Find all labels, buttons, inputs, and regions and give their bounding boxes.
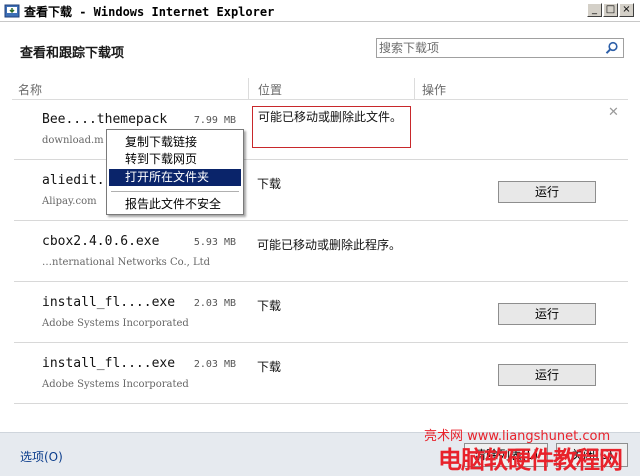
column-header: 名称 位置 操作 [12, 78, 628, 100]
search-icon[interactable] [605, 41, 619, 55]
status-message: 可能已移动或删除此程序。 [257, 238, 402, 252]
file-name: aliedit. [42, 173, 105, 188]
column-divider [414, 78, 415, 99]
run-button[interactable]: 运行 [498, 303, 596, 325]
file-size: 2.03 MB [193, 298, 236, 309]
minimize-button[interactable]: _ [587, 3, 602, 17]
menu-item-copy-link[interactable]: 复制下载链接 [109, 134, 241, 151]
header: 查看和跟踪下载项 [0, 22, 640, 74]
watermark-title: 电脑软硬件教程网 [438, 446, 623, 474]
file-name: Bee....themepack [42, 112, 168, 127]
run-button[interactable]: 运行 [498, 364, 596, 386]
file-size: 5.93 MB [193, 237, 236, 248]
download-row[interactable]: install_fl....exe 2.03 MB Adobe Systems … [14, 285, 628, 343]
column-location-header[interactable]: 位置 [258, 81, 282, 98]
file-source: download.m [42, 135, 104, 146]
file-size: 7.99 MB [193, 115, 236, 126]
file-source: Alipay.com [42, 196, 97, 207]
maximize-button[interactable]: □ [603, 3, 618, 17]
menu-item-go-to-page[interactable]: 转到下载网页 [109, 151, 241, 168]
close-icon[interactable]: ✕ [608, 105, 619, 120]
column-name-header[interactable]: 名称 [18, 81, 42, 98]
status-message: 下载 [257, 177, 282, 191]
menu-item-open-folder[interactable]: 打开所在文件夹 [109, 169, 241, 186]
status-message: 下载 [257, 299, 282, 313]
download-row[interactable]: cbox2.4.0.6.exe 5.93 MB …nternational Ne… [14, 224, 628, 282]
file-name: install_fl....exe [42, 295, 176, 310]
context-menu: 复制下载链接 转到下载网页 打开所在文件夹 报告此文件不安全 [106, 129, 244, 215]
file-size: 2.03 MB [193, 359, 236, 370]
download-manager-icon [4, 4, 20, 18]
menu-item-report-unsafe[interactable]: 报告此文件不安全 [109, 196, 241, 213]
run-button[interactable]: 运行 [498, 181, 596, 203]
window-close-button[interactable]: × [619, 3, 634, 17]
menu-separator [111, 191, 239, 192]
status-message: 下载 [257, 360, 282, 374]
title-bar: 查看下载 - Windows Internet Explorer _ □ × [0, 0, 640, 22]
search-input[interactable] [379, 40, 601, 56]
file-source: …nternational Networks Co., Ltd [42, 257, 211, 268]
status-message: 可能已移动或删除此文件。 [252, 106, 411, 148]
file-source: Adobe Systems Incorporated [42, 318, 189, 329]
file-source: Adobe Systems Incorporated [42, 379, 189, 390]
column-divider [248, 78, 249, 99]
page-title: 查看和跟踪下载项 [20, 46, 125, 61]
file-name: cbox2.4.0.6.exe [42, 234, 160, 249]
window-title: 查看下载 - Windows Internet Explorer [24, 5, 275, 19]
search-box[interactable] [376, 38, 624, 58]
file-name: install_fl....exe [42, 356, 176, 371]
download-row[interactable]: install_fl....exe 2.03 MB Adobe Systems … [14, 346, 628, 404]
column-action-header[interactable]: 操作 [422, 81, 446, 98]
options-link[interactable]: 选项(O) [20, 448, 63, 465]
